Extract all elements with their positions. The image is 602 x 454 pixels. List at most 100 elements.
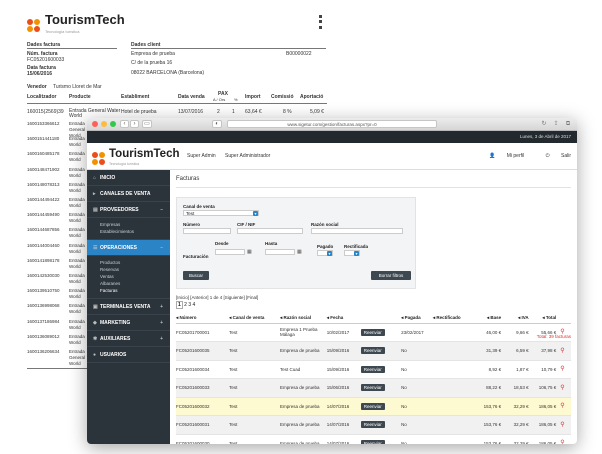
address-bar[interactable]: www.sigetur.com/gestion/facturas.aspx?pr… — [227, 120, 437, 128]
col-header-razon[interactable]: ◂ Razón social — [280, 313, 327, 324]
sidebar-item-proveedores[interactable]: ▤ PROVEEDORES – — [87, 202, 170, 218]
back-button[interactable]: ‹ — [120, 120, 129, 128]
minimize-window-button[interactable] — [101, 121, 107, 127]
doc-col-header: Establiment — [121, 94, 150, 100]
sidebar-subitem-reservas[interactable]: Reservas — [87, 266, 170, 273]
sidebar-toggle-icon[interactable]: ▭ — [142, 120, 152, 128]
table-row[interactable]: FC05201600034 Test Test Cuad 15/09/2016 Reen… — [176, 360, 571, 379]
doc-cell: Entrada World — [69, 318, 85, 330]
cell-total: 37,98 € — [532, 341, 561, 361]
doc-client-name: Empresa de prueba — [131, 51, 175, 57]
cell-base: 153,76 € — [475, 434, 506, 444]
cell-iva: 6,59 € — [505, 341, 533, 361]
doc-table-row: 1600136089012 Entrada World — [27, 334, 87, 345]
reader-icon[interactable]: ◐ — [212, 120, 222, 128]
col-header-pagada[interactable]: ◂ Pagada — [401, 313, 433, 324]
refresh-icon[interactable]: ↻ — [539, 120, 549, 128]
resend-button[interactable]: Reenviar — [360, 347, 385, 355]
col-header-rectificado[interactable]: ◂ Rectificado — [432, 313, 476, 324]
pdf-icon[interactable]: ⚲ — [560, 366, 564, 372]
resend-button[interactable]: Reenviar — [360, 439, 385, 444]
header-actions: 👤 Mi perfil ⏻ Salir — [469, 153, 571, 159]
canal-select[interactable]: Test ▾ — [183, 210, 259, 216]
profile-link[interactable]: 👤 Mi perfil — [479, 153, 524, 159]
cell-base: 153,76 € — [475, 415, 506, 435]
pdf-icon[interactable]: ⚲ — [560, 440, 564, 444]
numero-input[interactable] — [183, 228, 231, 234]
forward-button[interactable]: › — [130, 120, 139, 128]
sidebar-subitem-facturas[interactable]: Facturas — [87, 287, 170, 294]
resend-button[interactable]: Reenviar — [360, 384, 385, 392]
calendar-icon[interactable]: ▦ — [297, 249, 302, 255]
razon-input[interactable] — [311, 228, 403, 234]
logout-link[interactable]: ⏻ Salir — [536, 153, 571, 159]
doc-col-header: Localitzador — [27, 94, 57, 100]
col-header-iva[interactable]: ◂ IVA — [505, 313, 533, 324]
search-button[interactable]: Buscar — [183, 271, 209, 280]
pager-links[interactable]: [Inicio] [Anterior] 1 de 4 [Siguiente] [… — [176, 295, 571, 300]
col-header-base[interactable]: ◂ Base — [475, 313, 506, 324]
page-link[interactable]: 2 — [184, 302, 187, 308]
app-logo[interactable]: TourismTech Tecnología turística — [92, 148, 180, 169]
close-window-button[interactable] — [92, 121, 98, 127]
share-icon[interactable]: ⇪ — [551, 120, 561, 128]
sidebar-item-inicio[interactable]: ⌂ INICIO — [87, 170, 170, 186]
tabs-icon[interactable]: ⧉ — [563, 120, 573, 128]
page-link[interactable]: 4 — [193, 302, 196, 308]
doc-table-row: 1600136998068 Entrada World — [27, 303, 87, 314]
doc-cell: 1600144004460 — [27, 242, 60, 248]
doc-cell: 2 — [217, 109, 220, 115]
cell-razon: Empresa de prueba — [280, 397, 327, 416]
clear-filters-button[interactable]: Borrar filtros — [371, 271, 411, 280]
pdf-icon[interactable]: ⚲ — [560, 385, 564, 391]
table-row[interactable]: FC05201600035 Test Empresa de prueba 15/09/… — [176, 341, 571, 361]
sidebar-item-marketing[interactable]: ◆ MARKETING + — [87, 315, 170, 331]
page-link[interactable]: 3 — [188, 302, 191, 308]
sidebar-subitem-ventas[interactable]: Ventas — [87, 273, 170, 280]
resend-button[interactable]: Reenviar — [360, 402, 385, 410]
table-row[interactable]: FC05201700001 Test Empresa 1 Prueba Málaga… — [176, 323, 571, 342]
sidebar-item-terminales[interactable]: ▣ TERMINALES VENTA + — [87, 299, 170, 315]
col-header-numero[interactable]: ◂ Número — [176, 313, 230, 324]
col-header-canal[interactable]: ◂ Canal de venta — [229, 313, 281, 324]
collapse-icon: – — [160, 207, 163, 213]
table-row[interactable]: FC05201600032 Test Empresa de prueba 14/07/… — [176, 397, 571, 416]
doc-table-row: 1600141898178 Entrada World — [27, 258, 87, 269]
numero-label: Número — [183, 222, 201, 227]
cell-pagada: No — [401, 378, 433, 398]
doc-client-address: C/ de la prueba 16 — [131, 60, 173, 66]
table-row[interactable]: FC05201600031 Test Empresa de prueba 14/07/… — [176, 415, 571, 435]
sidebar-item-usuarios[interactable]: ● USUARIOS — [87, 347, 170, 363]
rectificado-select[interactable]: ▾ — [344, 250, 360, 256]
cell-rect — [432, 434, 476, 444]
cell-total: 10,79 € — [532, 360, 561, 379]
resend-button[interactable]: Reenviar — [360, 421, 385, 429]
col-header-fecha[interactable]: ◂ Fecha — [326, 313, 361, 324]
cell-fecha: 15/09/2016 — [326, 360, 361, 379]
resend-button[interactable]: Reenviar — [360, 365, 385, 373]
sidebar-subitem-empresas[interactable]: Empresas — [87, 221, 170, 228]
table-row[interactable]: FC05201600033 Test Empresa de prueba 15/06/… — [176, 378, 571, 398]
sidebar-item-auxiliares[interactable]: ✱ AUXILIARES + — [87, 331, 170, 347]
table-row[interactable]: FC05201600030 Test Empresa de prueba 14/07/… — [176, 434, 571, 444]
maximize-window-button[interactable] — [110, 121, 116, 127]
pdf-icon[interactable]: ⚲ — [560, 348, 564, 354]
cif-input[interactable] — [237, 228, 303, 234]
sidebar-subitem-albaranes[interactable]: Albaranes — [87, 280, 170, 287]
sidebar-subitem-establecimientos[interactable]: Establecimientos — [87, 228, 170, 235]
page-link-current[interactable]: 1 — [176, 301, 183, 309]
col-header-total[interactable]: ◂ Total — [532, 313, 561, 324]
cell-razon: Empresa 1 Prueba Málaga — [280, 323, 327, 342]
sidebar-item-operaciones[interactable]: ☰ OPERACIONES – — [87, 240, 170, 256]
sidebar-subitem-productos[interactable]: Productos — [87, 259, 170, 266]
cell-rect — [432, 397, 476, 416]
sidebar-item-canales[interactable]: ▸ CANALES DE VENTA — [87, 186, 170, 202]
pdf-icon[interactable]: ⚲ — [560, 422, 564, 428]
doc-cell: Entrada World — [69, 212, 85, 224]
calendar-icon[interactable]: ▦ — [247, 249, 252, 255]
desde-date-input[interactable] — [215, 249, 245, 255]
hasta-date-input[interactable] — [265, 249, 295, 255]
resend-button[interactable]: Reenviar — [360, 328, 385, 336]
pdf-icon[interactable]: ⚲ — [560, 403, 564, 409]
pagado-select[interactable]: ▾ — [317, 250, 333, 256]
